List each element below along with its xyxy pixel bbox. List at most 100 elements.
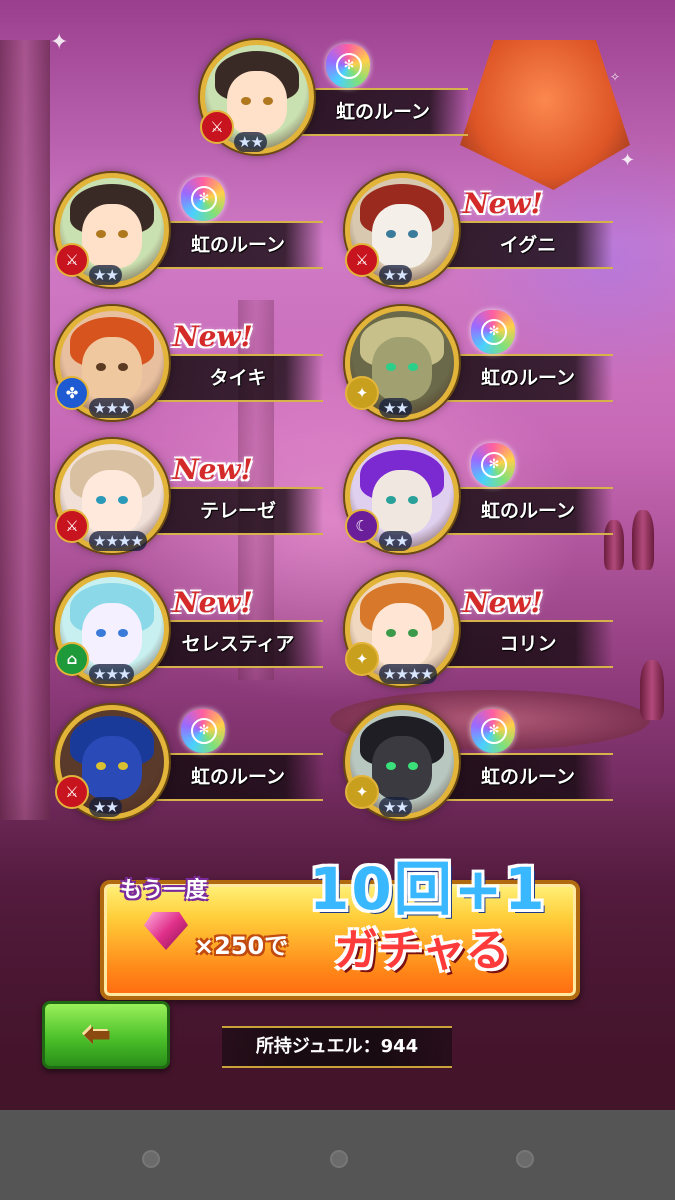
result-card[interactable]: コリン ✦ ★★★★ New! xyxy=(345,572,615,692)
portrait-eye xyxy=(386,629,396,637)
new-badge: New! xyxy=(173,453,253,486)
result-card[interactable]: セレスティア ⌂ ★★★ New! xyxy=(55,572,325,692)
rarity-stars: ★★ xyxy=(89,265,122,285)
portrait-eye xyxy=(118,762,128,770)
result-label: 虹のルーン xyxy=(190,234,286,256)
result-card[interactable]: 虹のルーン ✦ ★★ ✻ xyxy=(345,705,615,825)
new-badge: New! xyxy=(463,586,543,619)
portrait-face xyxy=(372,603,432,667)
rarity-stars: ★★★★ xyxy=(89,531,147,551)
new-badge: New! xyxy=(463,187,543,220)
portrait-eye xyxy=(118,496,128,504)
portrait-eye xyxy=(96,496,106,504)
portrait-eye xyxy=(118,230,128,238)
result-label: タイキ xyxy=(209,367,267,389)
result-label: 虹のルーン xyxy=(190,766,286,788)
earth-element-icon: ✦ xyxy=(345,775,379,809)
rarity-stars: ★★ xyxy=(379,531,412,551)
portrait-face xyxy=(82,204,142,268)
fire-element-icon: ⚔ xyxy=(55,243,89,277)
portrait-face xyxy=(82,470,142,534)
portrait-eye xyxy=(96,363,106,371)
result-card[interactable]: 虹のルーン ⚔ ★★ ✻ xyxy=(200,40,470,160)
result-card[interactable]: 虹のルーン ✦ ★★ ✻ xyxy=(345,306,615,426)
result-label: 虹のルーン xyxy=(335,101,431,123)
fire-element-icon: ⚔ xyxy=(55,775,89,809)
rune-symbol-icon: ✻ xyxy=(191,186,217,212)
result-card[interactable]: タイキ ✤ ★★★ New! xyxy=(55,306,325,426)
portrait-eye xyxy=(96,230,106,238)
rarity-stars: ★★ xyxy=(379,265,412,285)
result-card[interactable]: テレーゼ ⚔ ★★★★ New! xyxy=(55,439,325,559)
bottle xyxy=(632,510,654,570)
rainbow-rune-icon: ✻ xyxy=(471,443,515,487)
portrait-eye xyxy=(118,363,128,371)
portrait-face xyxy=(372,470,432,534)
rarity-stars: ★★★ xyxy=(89,398,135,418)
rainbow-rune-icon: ✻ xyxy=(181,709,225,753)
bottle xyxy=(640,660,664,720)
portrait-eye xyxy=(96,629,106,637)
rune-symbol-icon: ✻ xyxy=(481,452,507,478)
again-label: もう一度 xyxy=(120,878,208,903)
portrait-face xyxy=(372,736,432,800)
result-label: イグニ xyxy=(499,234,557,256)
rainbow-rune-icon: ✻ xyxy=(471,709,515,753)
result-card[interactable]: イグニ ⚔ ★★ New! xyxy=(345,173,615,293)
earth-element-icon: ✦ xyxy=(345,376,379,410)
portrait-eye xyxy=(408,629,418,637)
portrait-eye xyxy=(408,230,418,238)
rune-symbol-icon: ✻ xyxy=(481,718,507,744)
result-card[interactable]: 虹のルーン ⚔ ★★ ✻ xyxy=(55,173,325,293)
jewel-balance: 所持ジュエル：944 xyxy=(222,1026,452,1068)
dark-element-icon: ☾ xyxy=(345,509,379,543)
nav-home-icon[interactable] xyxy=(330,1150,348,1168)
rarity-stars: ★★ xyxy=(379,797,412,817)
rarity-stars: ★★ xyxy=(89,797,122,817)
back-button[interactable]: ⬅ xyxy=(42,1001,170,1069)
portrait-face xyxy=(82,337,142,401)
fire-element-icon: ⚔ xyxy=(200,110,234,144)
rainbow-rune-icon: ✻ xyxy=(471,310,515,354)
new-badge: New! xyxy=(173,320,253,353)
nav-back-icon[interactable] xyxy=(142,1150,160,1168)
sparkle: ✦ xyxy=(620,150,636,171)
rarity-stars: ★★ xyxy=(379,398,412,418)
portrait-eye xyxy=(386,363,396,371)
portrait-eye xyxy=(386,762,396,770)
result-label: コリン xyxy=(499,633,557,655)
portrait-face xyxy=(372,204,432,268)
fire-element-icon: ⚔ xyxy=(55,509,89,543)
result-card[interactable]: 虹のルーン ⚔ ★★ ✻ xyxy=(55,705,325,825)
wind-element-icon: ⌂ xyxy=(55,642,89,676)
sparkle: ✧ xyxy=(610,70,621,84)
rune-symbol-icon: ✻ xyxy=(481,319,507,345)
result-label: 虹のルーン xyxy=(480,367,576,389)
portrait-eye xyxy=(96,762,106,770)
rainbow-rune-icon: ✻ xyxy=(181,177,225,221)
rarity-stars: ★★ xyxy=(234,132,267,152)
portrait-eye xyxy=(386,496,396,504)
rune-symbol-icon: ✻ xyxy=(336,53,362,79)
rarity-stars: ★★★★ xyxy=(379,664,437,684)
fire-element-icon: ⚔ xyxy=(345,243,379,277)
portrait-eye xyxy=(241,97,251,105)
portrait-eye xyxy=(408,496,418,504)
gacha-again-button[interactable]: もう一度 10回+1 ×250で ガチャる xyxy=(100,855,580,1000)
portrait-eye xyxy=(263,97,273,105)
nav-recent-icon[interactable] xyxy=(516,1150,534,1168)
portrait-eye xyxy=(408,762,418,770)
portrait-eye xyxy=(408,363,418,371)
rune-symbol-icon: ✻ xyxy=(191,718,217,744)
portrait-face xyxy=(82,736,142,800)
portrait-eye xyxy=(118,629,128,637)
hanging-lamp xyxy=(460,40,630,190)
portrait-face xyxy=(227,71,287,135)
portrait-face xyxy=(372,337,432,401)
result-label: テレーゼ xyxy=(199,500,276,522)
left-arrow-icon: ⬅ xyxy=(83,1015,112,1055)
water-element-icon: ✤ xyxy=(55,376,89,410)
portrait-eye xyxy=(386,230,396,238)
result-card[interactable]: 虹のルーン ☾ ★★ ✻ xyxy=(345,439,615,559)
rarity-stars: ★★★ xyxy=(89,664,135,684)
